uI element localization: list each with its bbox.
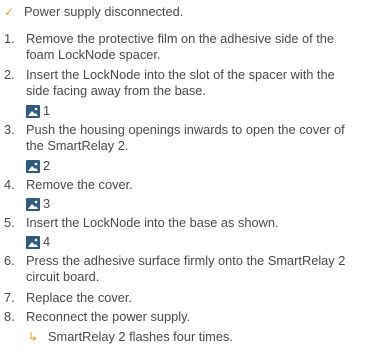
step-2: 2. Insert the LockNode into the slot of … bbox=[4, 67, 384, 99]
prerequisite-text: Power supply disconnected. bbox=[24, 4, 184, 19]
image-reference-label: 4 bbox=[43, 234, 51, 249]
image-icon bbox=[26, 235, 40, 249]
step-number: 8. bbox=[4, 309, 15, 324]
step-number: 5. bbox=[4, 215, 15, 230]
step-1: 1. Remove the protective film on the adh… bbox=[4, 31, 384, 63]
image-reference-2[interactable]: 2 bbox=[26, 158, 50, 174]
step-number: 1. bbox=[4, 31, 15, 46]
image-reference-label: 1 bbox=[43, 103, 51, 118]
image-icon bbox=[26, 197, 40, 211]
step-text: Remove the cover. bbox=[26, 177, 133, 192]
step-result: ↳ SmartRelay 2 flashes four times. bbox=[28, 329, 233, 345]
step-number: 4. bbox=[4, 177, 15, 192]
step-text: Reconnect the power supply. bbox=[26, 309, 191, 324]
step-number: 3. bbox=[4, 122, 15, 137]
step-5: 5. Insert the LockNode into the base as … bbox=[4, 215, 384, 231]
step-8: 8. Reconnect the power supply. bbox=[4, 309, 384, 325]
result-text: SmartRelay 2 flashes four times. bbox=[48, 329, 233, 344]
image-reference-4[interactable]: 4 bbox=[26, 234, 50, 250]
image-reference-label: 3 bbox=[43, 196, 51, 211]
step-text: Insert the LockNode into the base as sho… bbox=[26, 215, 279, 230]
step-3: 3. Push the housing openings inwards to … bbox=[4, 122, 384, 154]
step-number: 7. bbox=[4, 290, 15, 305]
prerequisite: ✓ Power supply disconnected. bbox=[4, 4, 183, 20]
step-7: 7. Replace the cover. bbox=[4, 290, 384, 306]
step-text: Replace the cover. bbox=[26, 290, 132, 305]
step-number: 6. bbox=[4, 253, 15, 268]
image-reference-3[interactable]: 3 bbox=[26, 196, 50, 212]
image-reference-label: 2 bbox=[43, 158, 51, 173]
step-text: Push the housing openings inwards to ope… bbox=[26, 122, 345, 153]
step-text: Insert the LockNode into the slot of the… bbox=[26, 67, 335, 98]
result-arrow-icon: ↳ bbox=[28, 330, 39, 344]
step-number: 2. bbox=[4, 67, 15, 82]
step-text: Remove the protective film on the adhesi… bbox=[26, 31, 335, 62]
step-6: 6. Press the adhesive surface firmly ont… bbox=[4, 253, 384, 285]
step-text: Press the adhesive surface firmly onto t… bbox=[26, 253, 346, 284]
step-4: 4. Remove the cover. bbox=[4, 177, 384, 193]
image-icon bbox=[26, 104, 40, 118]
image-icon bbox=[26, 159, 40, 173]
image-reference-1[interactable]: 1 bbox=[26, 103, 50, 119]
checkmark-icon: ✓ bbox=[4, 5, 15, 19]
